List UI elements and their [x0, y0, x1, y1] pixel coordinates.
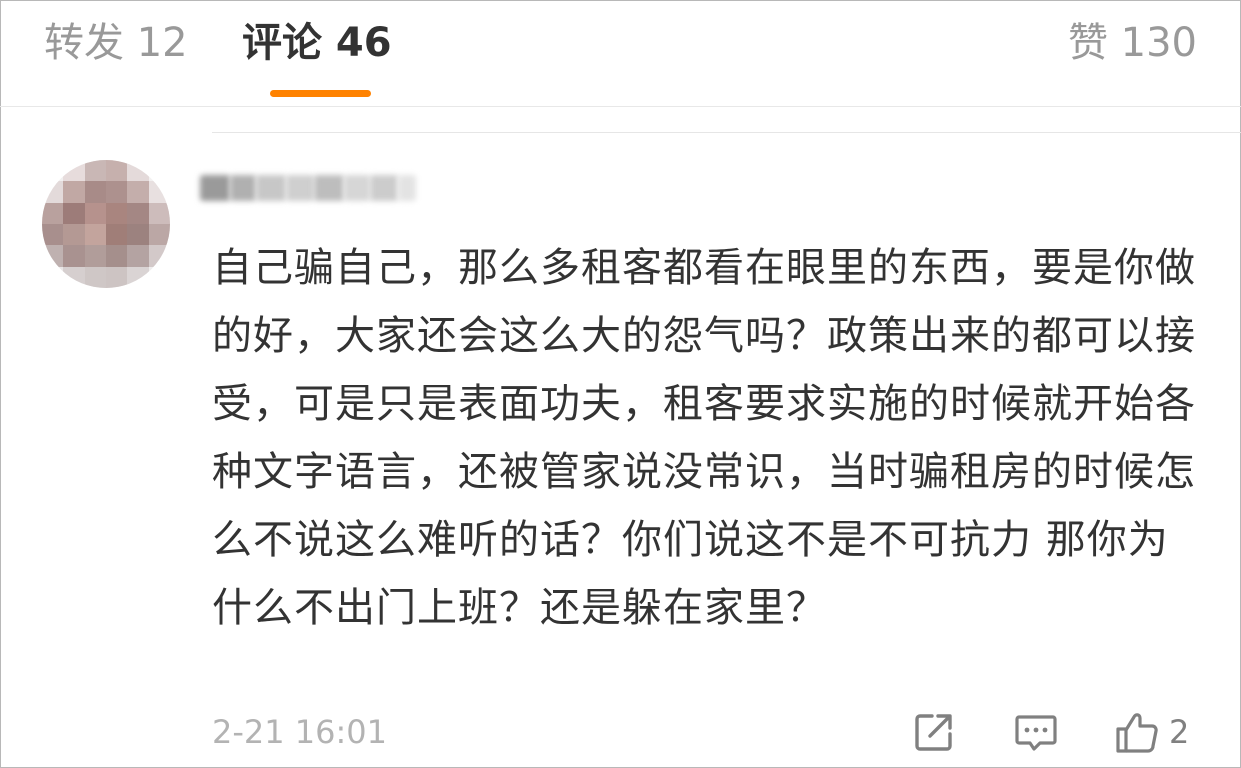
like-count: 2 — [1169, 713, 1190, 751]
thumbs-up-icon — [1113, 708, 1161, 756]
comment-text: 自己骗自己，那么多租客都看在眼里的东西，要是你做的好，大家还会这么大的怨气吗？政… — [212, 245, 1196, 631]
share-button[interactable] — [912, 708, 956, 756]
tab-divider — [0, 106, 1241, 107]
share-external-icon — [912, 710, 956, 754]
comment-bubble-icon — [1013, 709, 1059, 755]
tab-comment[interactable]: 评论 46 — [242, 18, 392, 68]
avatar-mosaic — [42, 160, 170, 288]
reply-button[interactable] — [1013, 708, 1059, 756]
author-name-redacted[interactable] — [200, 163, 416, 213]
active-tab-indicator — [270, 90, 371, 97]
tab-repost[interactable]: 转发 12 — [44, 18, 188, 68]
like-button[interactable]: 2 — [1113, 708, 1189, 756]
tab-like[interactable]: 赞 130 — [1068, 18, 1197, 68]
comment-divider — [212, 132, 1241, 133]
comment-timestamp: 2-21 16:01 — [212, 713, 388, 751]
avatar[interactable] — [42, 160, 170, 288]
tab-bar: 转发 12 评论 46 赞 130 — [0, 0, 1241, 106]
